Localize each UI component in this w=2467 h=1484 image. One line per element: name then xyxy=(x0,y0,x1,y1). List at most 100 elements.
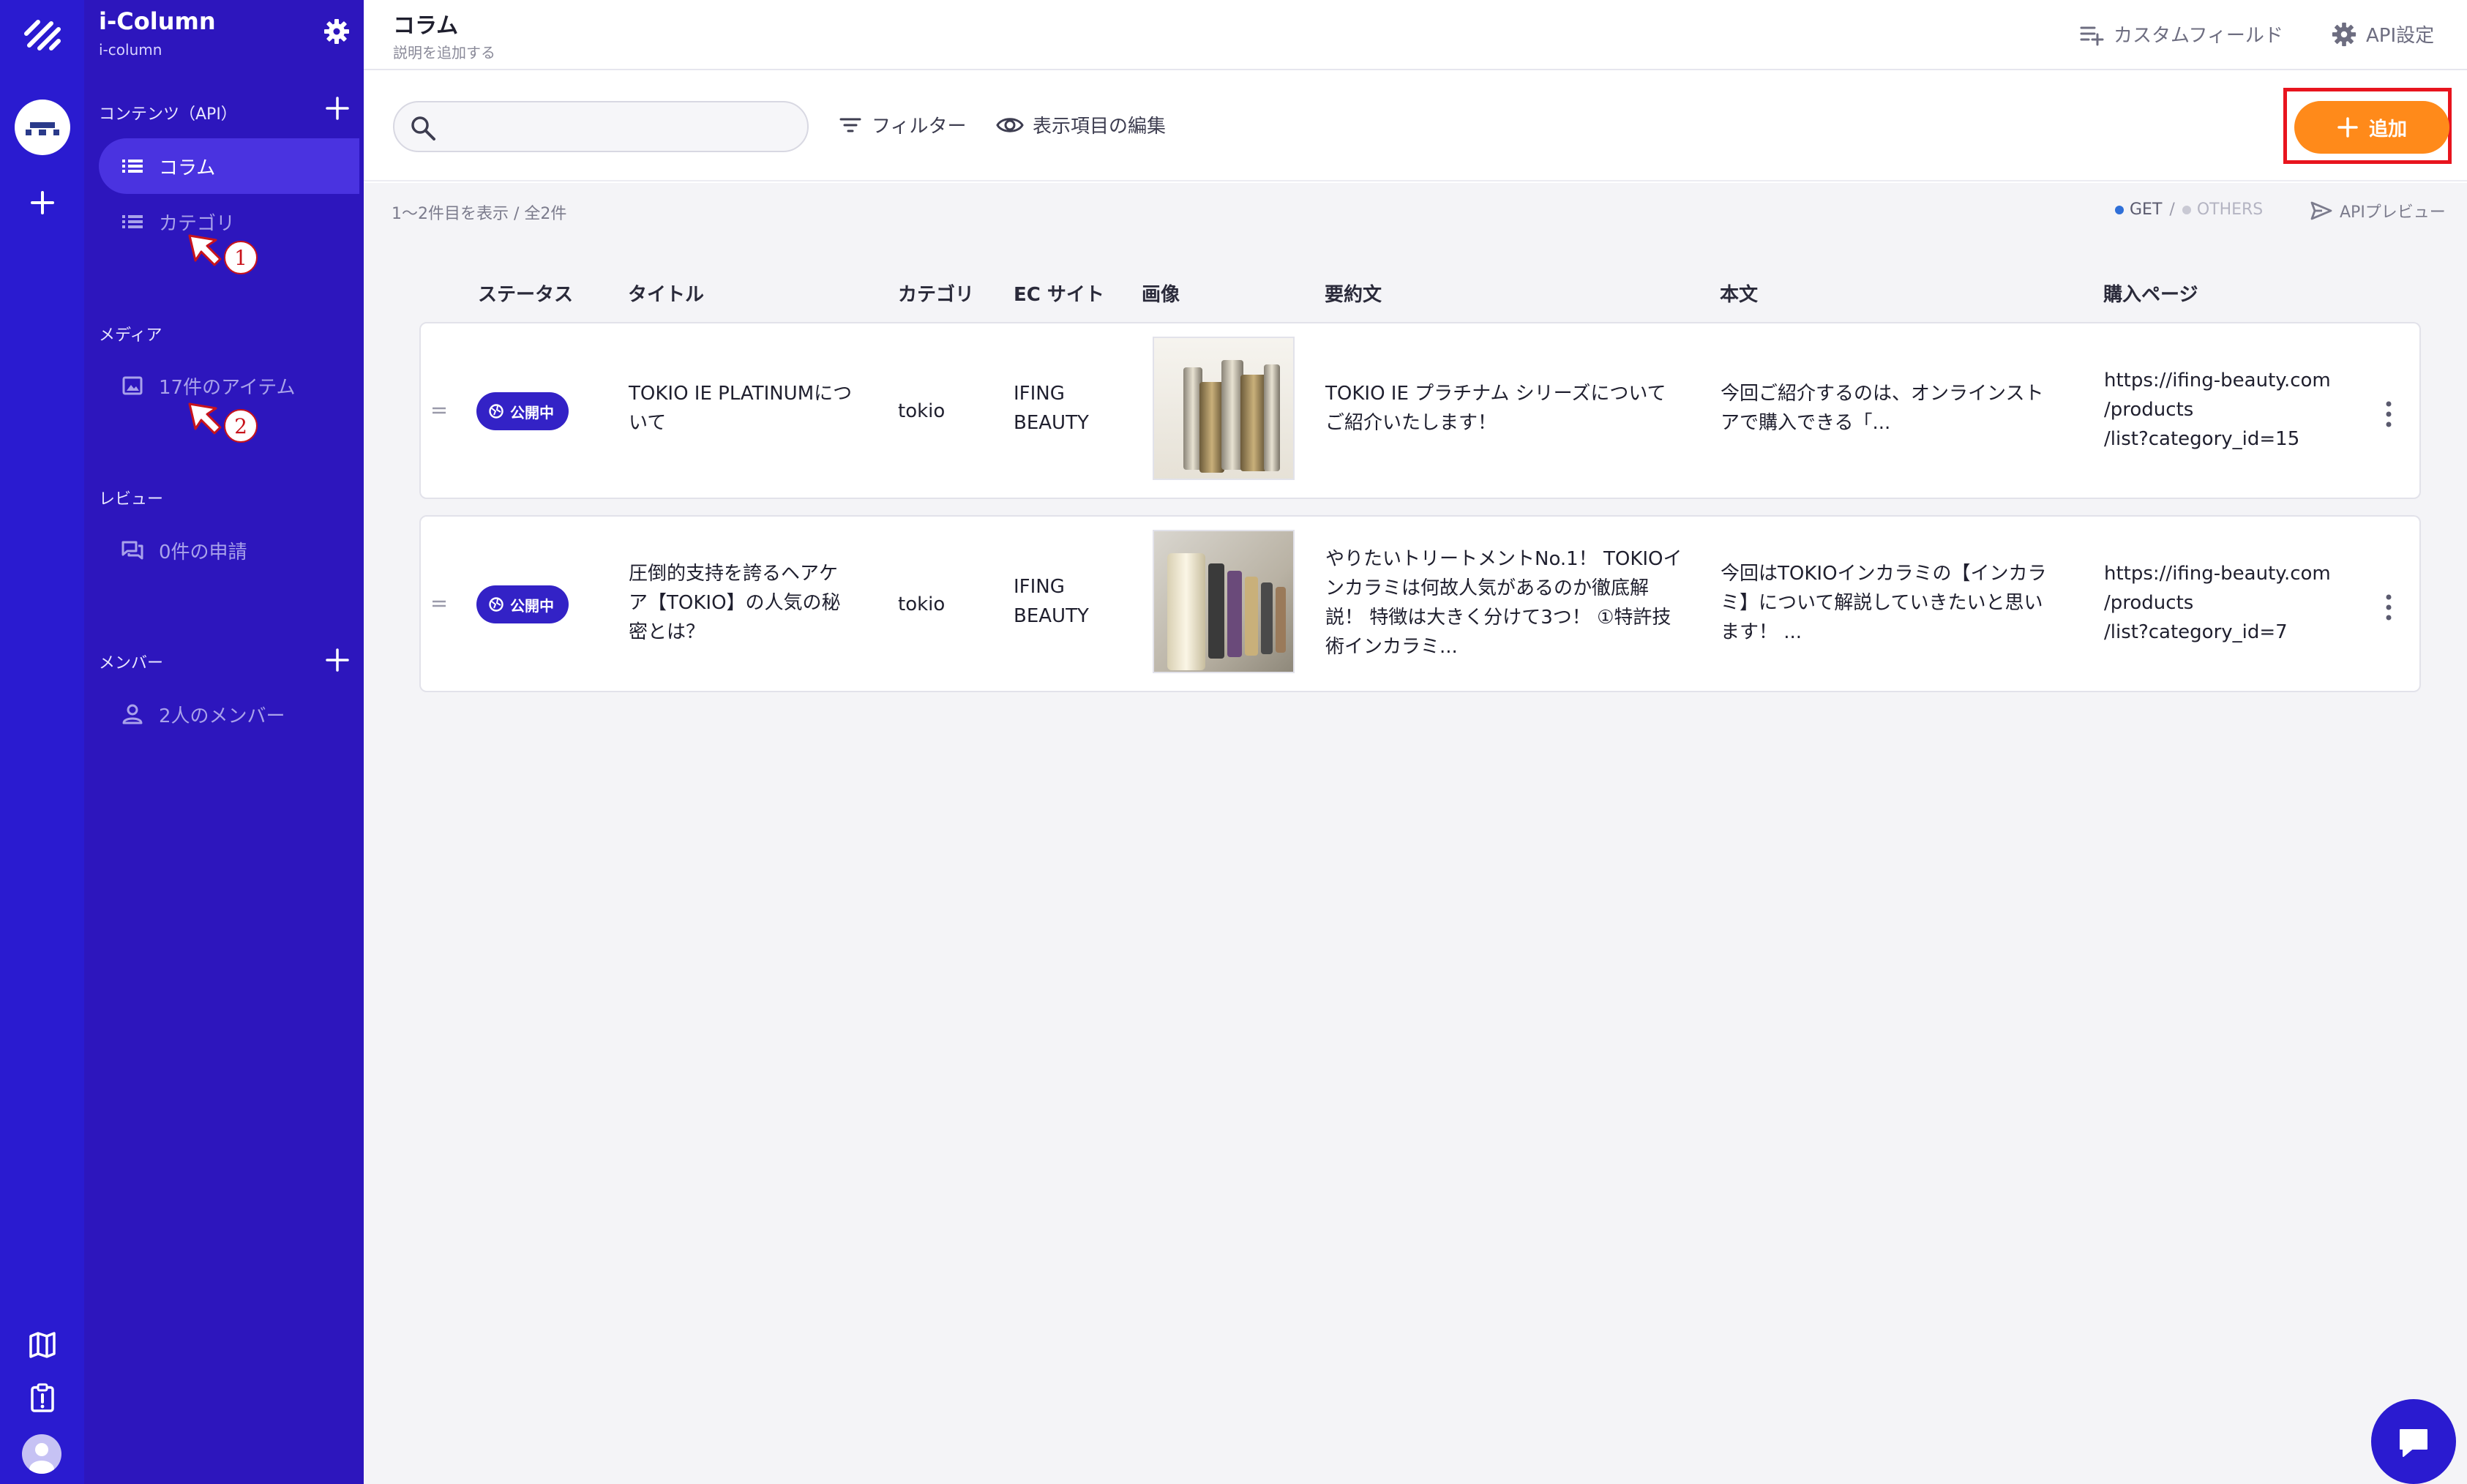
drag-handle-icon[interactable] xyxy=(431,405,447,416)
user-avatar[interactable] xyxy=(22,1434,61,1474)
sidebar-item-column[interactable]: コラム xyxy=(99,138,359,194)
api-preview-button[interactable]: APIプレビュー xyxy=(2310,199,2446,222)
microcms-logo-icon[interactable] xyxy=(22,16,63,53)
ec-line: BEAUTY xyxy=(1014,412,1089,434)
column-header-title[interactable]: タイトル xyxy=(628,280,704,307)
globe-icon xyxy=(489,404,503,419)
annotation-number: 2 xyxy=(234,414,247,438)
purchase-page-cell: https://ifing-beauty.com /products /list… xyxy=(2104,366,2353,454)
map-icon[interactable] xyxy=(26,1329,59,1361)
summary-line: 説！ 特徴は大きく分けて3つ！ ①特許技 xyxy=(1325,607,1672,629)
others-label[interactable]: OTHERS xyxy=(2197,201,2263,219)
send-icon xyxy=(2310,201,2332,220)
summary-cell: やりたいトリートメントNo.1！ TOKIOイ ンカラミは何故人気があるのか徹底… xyxy=(1325,544,1721,662)
body-line: 今回ご紹介するのは、オンラインスト xyxy=(1721,383,2044,405)
sidebar-item-label: 0件の申請 xyxy=(159,541,247,563)
sidebar-item-review[interactable]: 0件の申請 xyxy=(99,522,359,578)
add-workspace-icon[interactable] xyxy=(28,188,57,217)
person-icon xyxy=(122,704,143,724)
add-member-plus-icon[interactable] xyxy=(324,647,351,673)
custom-field-button[interactable]: カスタムフィールド xyxy=(2078,20,2283,48)
summary-line: やりたいトリートメントNo.1！ TOKIOイ xyxy=(1325,548,1682,570)
method-toggle[interactable]: GET / OTHERS xyxy=(2115,201,2263,219)
category-cell: tokio xyxy=(898,400,946,422)
page-header: コラム 説明を追加する カスタムフィールド API設定 xyxy=(364,0,2467,70)
list-icon xyxy=(122,215,143,228)
gear-icon xyxy=(2332,22,2356,46)
api-settings-label: API設定 xyxy=(2366,25,2435,47)
row-image-thumbnail[interactable] xyxy=(1153,337,1295,480)
body-cell: 今回ご紹介するのは、オンラインスト アで購入できる「... xyxy=(1721,379,2086,438)
status-badge: 公開中 xyxy=(476,392,569,430)
playlist-add-icon xyxy=(2080,26,2104,45)
filter-button[interactable]: フィルター xyxy=(838,111,966,138)
others-dot-icon xyxy=(2182,205,2191,214)
filter-icon xyxy=(839,118,861,132)
add-description-link[interactable]: 説明を追加する xyxy=(393,41,495,62)
custom-field-label: カスタムフィールド xyxy=(2114,25,2283,47)
search-input[interactable] xyxy=(446,111,790,143)
column-header-summary[interactable]: 要約文 xyxy=(1325,280,1382,307)
app-subdomain: i-column xyxy=(99,41,162,59)
method-separator: / xyxy=(2169,201,2175,219)
body-line: ミ】について解説していきたいと思い xyxy=(1721,592,2043,614)
ec-line: BEAUTY xyxy=(1014,605,1089,627)
edit-columns-label: 表示項目の編集 xyxy=(1033,116,1167,138)
content-list: 1〜2件目を表示 / 全2件 GET / OTHERS APIプレビュー ステー… xyxy=(364,183,2467,1484)
workspace-avatar[interactable] xyxy=(15,100,70,155)
column-header-body[interactable]: 本文 xyxy=(1720,280,1758,307)
table-row[interactable]: 公開中 TOKIO IE PLATINUMにつ いて tokio IFING B… xyxy=(419,322,2421,499)
add-content-button[interactable]: 追加 xyxy=(2294,101,2449,154)
result-count: 1〜2件目を表示 / 全2件 xyxy=(392,205,567,223)
annotation-number: 1 xyxy=(234,246,247,270)
title-cell: TOKIO IE PLATINUMにつ いて xyxy=(629,379,863,438)
sidebar-item-label: カテゴリ xyxy=(159,212,236,235)
more-vert-icon[interactable] xyxy=(2384,400,2394,429)
title-line: TOKIO IE PLATINUMにつ xyxy=(629,383,853,405)
title-line: いて xyxy=(629,412,667,434)
icon-rail xyxy=(0,0,84,1484)
annotation-arrow-1: 1 xyxy=(188,234,258,274)
api-settings-button[interactable]: API設定 xyxy=(2331,20,2434,48)
plus-icon xyxy=(2337,117,2358,138)
purchase-page-cell: https://ifing-beauty.com /products /list… xyxy=(2104,559,2353,647)
purchase-line: /list?category_id=15 xyxy=(2104,428,2300,450)
service-settings-gear-icon[interactable] xyxy=(323,18,351,45)
get-label[interactable]: GET xyxy=(2130,201,2162,219)
sidebar-item-label: 17件のアイテム xyxy=(159,376,296,399)
body-cell: 今回はTOKIOインカラミの【インカラ ミ】について解説していきたいと思い ます… xyxy=(1721,559,2086,647)
row-image-thumbnail[interactable] xyxy=(1153,530,1295,673)
more-vert-icon[interactable] xyxy=(2384,593,2394,622)
body-line: 今回はTOKIOインカラミの【インカラ xyxy=(1721,563,2047,585)
status-label: 公開中 xyxy=(510,596,554,615)
ec-site-cell: IFING BEAUTY xyxy=(1014,572,1089,631)
sidebar-item-label: コラム xyxy=(159,157,216,179)
drag-handle-icon[interactable] xyxy=(431,599,447,609)
column-header-purchase-page[interactable]: 購入ページ xyxy=(2103,280,2198,307)
chat-icon xyxy=(121,541,143,560)
summary-line: ご紹介いたします！ xyxy=(1325,412,1497,434)
sidebar-item-members[interactable]: 2人のメンバー xyxy=(99,686,359,742)
column-header-category[interactable]: カテゴリ xyxy=(898,280,974,307)
edit-columns-button[interactable]: 表示項目の編集 xyxy=(996,111,1166,138)
support-chat-button[interactable] xyxy=(2371,1399,2456,1484)
media-section-title: メディア xyxy=(99,326,162,345)
clipboard-alert-icon[interactable] xyxy=(26,1382,59,1414)
purchase-line: https://ifing-beauty.com xyxy=(2104,370,2331,391)
eye-icon xyxy=(996,117,1024,132)
filter-label: フィルター xyxy=(872,116,967,138)
category-cell: tokio xyxy=(898,593,946,615)
list-icon xyxy=(122,160,143,173)
summary-line: 術インカラミ... xyxy=(1325,636,1458,658)
body-line: アで購入できる「... xyxy=(1721,412,1891,434)
app-name: i-Column xyxy=(99,7,216,35)
column-header-ec-site[interactable]: EC サイト xyxy=(1014,280,1104,307)
workspace-logo-icon xyxy=(26,122,59,135)
column-header-image[interactable]: 画像 xyxy=(1142,280,1180,307)
toolbar: フィルター 表示項目の編集 追加 xyxy=(364,72,2467,181)
status-label: 公開中 xyxy=(510,403,554,421)
ec-site-cell: IFING BEAUTY xyxy=(1014,379,1089,438)
table-row[interactable]: 公開中 圧倒的支持を誇るヘアケ ア【TOKIO】の人気の秘 密とは？ tokio… xyxy=(419,515,2421,692)
column-header-status[interactable]: ステータス xyxy=(478,280,573,307)
add-api-plus-icon[interactable] xyxy=(324,95,351,121)
